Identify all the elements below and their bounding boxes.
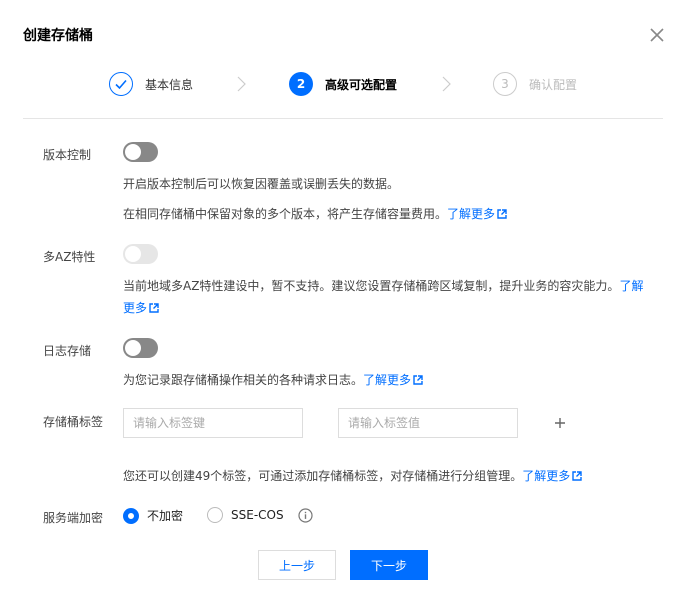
step-label: 高级可选配置 [325,77,398,92]
chevron-right-icon [442,76,451,92]
radio-unchecked[interactable] [207,507,223,523]
tags-label: 存储桶标签 [43,415,104,429]
logging-desc-text: 为您记录跟存储桶操作相关的各种请求日志。 [123,373,364,387]
step-advanced-config: 2 高级可选配置 [289,70,397,98]
divider [23,118,663,119]
versioning-learn-more-link[interactable]: 了解更多 [447,207,507,221]
encryption-option-none[interactable]: 不加密 [123,507,183,524]
external-link-icon [149,303,159,313]
versioning-toggle[interactable] [123,142,158,162]
chevron-right-icon [237,76,246,92]
stepper: 基本信息 2 高级可选配置 3 确认配置 [0,70,686,100]
versioning-label: 版本控制 [43,148,92,162]
radio-label: 不加密 [147,509,184,523]
logging-learn-more-link[interactable]: 了解更多 [363,373,423,387]
step-basic-info: 基本信息 [109,70,193,98]
step-number: 3 [493,72,517,96]
tags-desc-text: 您还可以创建49个标签，可通过添加存储桶标签，对存储桶进行分组管理。 [123,469,523,483]
multi-az-toggle[interactable] [123,244,158,264]
link-text: 了解 [619,279,644,293]
multi-az-desc-text: 当前地域多AZ特性建设中，暂不支持。建议您设置存储桶跨区域复制，提升业务的容灾能… [123,279,620,293]
multi-az-label: 多AZ特性 [43,250,96,264]
close-icon[interactable] [648,26,666,44]
radio-checked[interactable] [123,507,139,524]
versioning-desc-1: 开启版本控制后可以恢复因覆盖或误删丢失的数据。 [123,177,400,191]
link-text: 了解更多 [363,373,412,387]
step-number: 2 [289,72,313,96]
versioning-desc-2: 在相同存储桶中保留对象的多个版本，将产生存储容量费用。了解更多 [123,203,507,225]
link-text: 了解更多 [447,207,496,221]
step-confirm-config: 3 确认配置 [493,70,577,98]
link-text: 更多 [123,301,148,315]
link-text: 了解更多 [522,469,571,483]
multi-az-desc: 当前地域多AZ特性建设中，暂不支持。建议您设置存储桶跨区域复制，提升业务的容灾能… [123,275,653,319]
previous-step-button[interactable]: 上一步 [258,550,336,580]
external-link-icon [572,471,582,481]
step-label: 基本信息 [145,77,194,92]
step-done-check-icon [109,72,133,96]
external-link-icon [497,209,507,219]
encryption-label: 服务端加密 [43,511,104,525]
encryption-option-sse-cos[interactable]: SSE-COS [207,507,284,523]
tags-desc: 您还可以创建49个标签，可通过添加存储桶标签，对存储桶进行分组管理。了解更多 [123,465,582,487]
tags-learn-more-link[interactable]: 了解更多 [522,469,582,483]
logging-desc: 为您记录跟存储桶操作相关的各种请求日志。了解更多 [123,369,423,391]
dialog-title: 创建存储桶 [23,28,93,44]
logging-label: 日志存储 [43,344,92,358]
step-label: 确认配置 [529,77,578,92]
versioning-desc-text: 在相同存储桶中保留对象的多个版本，将产生存储容量费用。 [123,207,448,221]
add-tag-plus-icon[interactable] [553,416,567,430]
tag-key-input[interactable] [123,408,303,438]
tag-value-input[interactable] [338,408,518,438]
radio-label: SSE-COS [231,508,284,522]
next-step-button[interactable]: 下一步 [350,550,428,580]
logging-toggle[interactable] [123,338,158,358]
external-link-icon [413,375,423,385]
info-icon[interactable] [298,508,313,523]
